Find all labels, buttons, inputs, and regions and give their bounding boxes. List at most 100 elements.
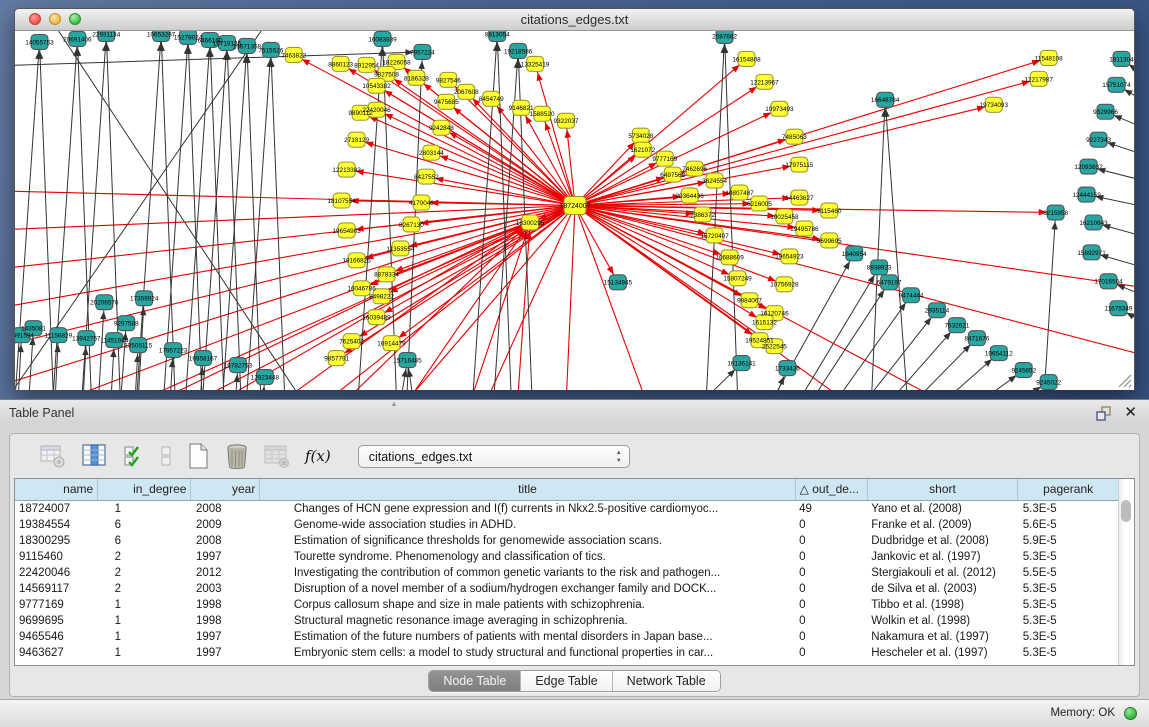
table-row[interactable]: 946554611997Estimation of the future num… xyxy=(15,629,1119,645)
table-cell[interactable]: 5.9E-5 xyxy=(1018,533,1119,549)
table-cell[interactable]: 0 xyxy=(795,581,867,597)
graph-edge[interactable] xyxy=(243,50,271,390)
table-cell[interactable]: 2003 xyxy=(191,581,260,597)
graph-edge[interactable] xyxy=(199,43,227,390)
graph-edge[interactable] xyxy=(1041,212,1056,390)
function-builder-icon[interactable]: f(x) xyxy=(305,447,331,465)
table-row[interactable]: 1938455462009Genome-wide association stu… xyxy=(15,517,1119,533)
window-resize-grip[interactable] xyxy=(1116,372,1132,388)
table-cell[interactable]: 22420046 xyxy=(15,565,98,581)
graph-edge[interactable] xyxy=(867,338,977,390)
table-cell[interactable]: 1 xyxy=(98,500,191,517)
table-cell[interactable]: Disruption of a novel member of a sodium… xyxy=(260,581,795,597)
table-cell[interactable]: 1 xyxy=(98,629,191,645)
table-cell[interactable]: Estimation of the future numbers of pati… xyxy=(260,629,795,645)
table-cell[interactable]: Genome-wide association studies in ADHD. xyxy=(260,517,795,533)
select-columns-icon[interactable] xyxy=(123,443,145,469)
create-column-icon[interactable] xyxy=(187,443,210,469)
graph-edge[interactable] xyxy=(271,50,287,390)
table-cell[interactable]: 1 xyxy=(98,597,191,613)
tab-node-table[interactable]: Node Table xyxy=(429,671,521,691)
graph-edge[interactable] xyxy=(337,206,575,359)
row-height-icon[interactable] xyxy=(160,443,172,469)
graph-edge[interactable] xyxy=(387,74,575,206)
graph-edge[interactable] xyxy=(885,100,911,390)
table-cell[interactable]: Changes of HCN gene expression and I(f) … xyxy=(260,500,795,517)
graph-edge[interactable] xyxy=(869,100,885,390)
table-cell[interactable]: 2009 xyxy=(191,517,260,533)
table-cell[interactable]: Structural magnetic resonance image aver… xyxy=(260,613,795,629)
table-cell[interactable]: 6 xyxy=(98,533,191,549)
graph-edge[interactable] xyxy=(15,206,575,351)
table-cell[interactable]: 2 xyxy=(98,549,191,565)
table-cell[interactable]: 0 xyxy=(795,533,867,549)
table-cell[interactable]: 5.3E-5 xyxy=(1018,613,1119,629)
column-header-year[interactable]: year xyxy=(191,479,260,500)
table-cell[interactable]: Tourette syndrome. Phenomenology and cla… xyxy=(260,549,795,565)
delete-table-icon[interactable] xyxy=(264,443,290,469)
table-cell[interactable]: 0 xyxy=(795,629,867,645)
table-selector-dropdown[interactable]: citations_edges.txt ▲▼ xyxy=(358,445,630,468)
table-cell[interactable]: 18724007 xyxy=(15,500,98,517)
float-panel-icon[interactable] xyxy=(1096,406,1112,421)
graph-edge[interactable] xyxy=(827,310,937,390)
column-header-in_degree[interactable]: in_degree xyxy=(98,479,191,500)
table-row[interactable]: 1456911722003Disruption of a novel membe… xyxy=(15,581,1119,597)
table-cell[interactable]: 0 xyxy=(795,597,867,613)
table-cell[interactable]: 2 xyxy=(98,565,191,581)
splitter-handle-icon[interactable]: ▴ xyxy=(392,400,396,408)
column-header-short[interactable]: short xyxy=(867,479,1018,500)
graph-edge[interactable] xyxy=(361,113,575,206)
table-cell[interactable]: Stergiakouli et al. (2012) xyxy=(867,565,1018,581)
tab-edge-table[interactable]: Edge Table xyxy=(521,671,612,691)
close-traffic-light-icon[interactable] xyxy=(29,13,41,25)
column-header-out_de[interactable]: △ out_de... xyxy=(795,479,867,500)
table-cell[interactable]: 19384554 xyxy=(15,517,98,533)
graph-edge[interactable] xyxy=(161,34,177,390)
zoom-traffic-light-icon[interactable] xyxy=(69,13,81,25)
table-row[interactable]: 946362711997Embryonic stem cells: a mode… xyxy=(15,645,1119,661)
table-scrollbar-thumb[interactable] xyxy=(1121,500,1131,522)
network-graph[interactable]: 1872400718300295746382288601238912954182… xyxy=(15,31,1134,390)
table-cell[interactable]: 1 xyxy=(98,613,191,629)
table-cell[interactable]: 2012 xyxy=(191,565,260,581)
table-row[interactable]: 1830029562008Estimation of significance … xyxy=(15,533,1119,549)
table-cell[interactable]: Nakamura et al. (1997) xyxy=(867,629,1018,645)
table-cell[interactable]: 5.3E-5 xyxy=(1018,645,1119,661)
tab-network-table[interactable]: Network Table xyxy=(613,671,720,691)
table-row[interactable]: 969969511998Structural magnetic resonanc… xyxy=(15,613,1119,629)
table-row[interactable]: 977716911998Corpus callosum shape and si… xyxy=(15,597,1119,613)
table-cell[interactable]: 5.3E-5 xyxy=(1018,549,1119,565)
table-cell[interactable]: 1998 xyxy=(191,613,260,629)
show-column-icon[interactable] xyxy=(82,443,108,469)
table-cell[interactable]: 1997 xyxy=(191,645,260,661)
graph-edge[interactable] xyxy=(182,40,210,390)
table-cell[interactable]: 5.3E-5 xyxy=(1018,581,1119,597)
table-cell[interactable]: 14569117 xyxy=(15,581,98,597)
table-cell[interactable]: 0 xyxy=(795,549,867,565)
table-cell[interactable]: 9463627 xyxy=(15,645,98,661)
table-cell[interactable]: 5.3E-5 xyxy=(1018,500,1119,517)
delete-column-trash-icon[interactable] xyxy=(225,443,249,469)
table-panel-header[interactable]: ▴ Table Panel ✕ xyxy=(0,399,1149,427)
modify-table-icon[interactable] xyxy=(40,443,67,469)
table-cell[interactable]: 5.3E-5 xyxy=(1018,629,1119,645)
table-cell[interactable]: 2 xyxy=(98,581,191,597)
close-panel-icon[interactable]: ✕ xyxy=(1124,405,1137,421)
table-cell[interactable]: 0 xyxy=(795,565,867,581)
table-cell[interactable]: Investigating the contribution of common… xyxy=(260,565,795,581)
table-cell[interactable]: 5.3E-5 xyxy=(1018,597,1119,613)
minimize-traffic-light-icon[interactable] xyxy=(49,13,61,25)
table-cell[interactable]: 0 xyxy=(795,645,867,661)
network-window-titlebar[interactable]: citations_edges.txt xyxy=(15,9,1134,31)
column-header-title[interactable]: title xyxy=(260,479,795,500)
table-cell[interactable]: 9115460 xyxy=(15,549,98,565)
table-cell[interactable]: Hescheler et al. (1997) xyxy=(867,645,1018,661)
table-cell[interactable]: 1997 xyxy=(191,629,260,645)
table-cell[interactable]: 49 xyxy=(795,500,867,517)
memory-status-indicator[interactable] xyxy=(1124,707,1137,720)
table-cell[interactable]: Franke et al. (2009) xyxy=(867,517,1018,533)
graph-edge[interactable] xyxy=(939,382,1049,390)
table-cell[interactable]: 0 xyxy=(795,613,867,629)
table-cell[interactable]: Embryonic stem cells: a model to study s… xyxy=(260,645,795,661)
